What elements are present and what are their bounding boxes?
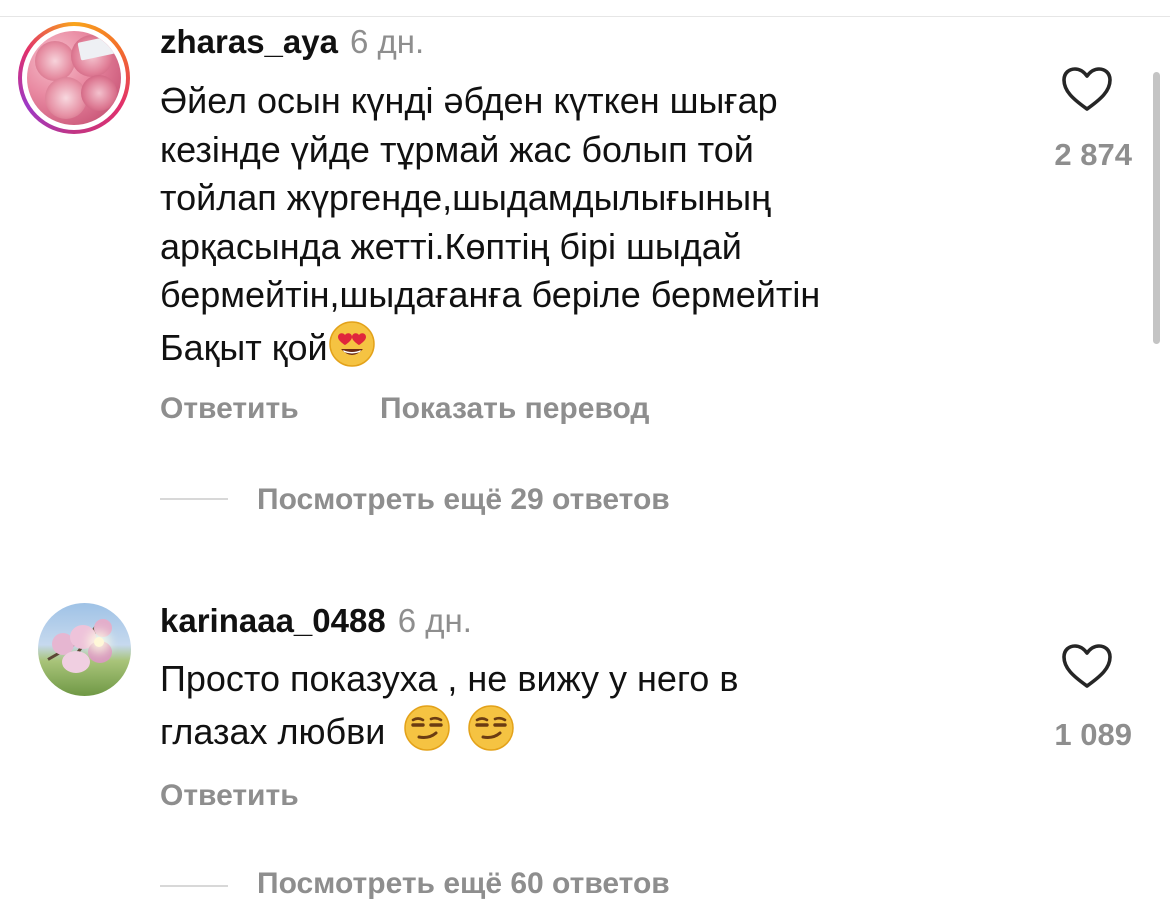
view-replies-button[interactable]: Посмотреть ещё 29 ответов bbox=[257, 482, 670, 518]
view-replies-button[interactable]: Посмотреть ещё 60 ответов bbox=[257, 866, 670, 902]
avatar[interactable] bbox=[38, 603, 131, 696]
avatar-story-ring[interactable] bbox=[18, 22, 130, 134]
reply-button[interactable]: Ответить bbox=[160, 391, 299, 427]
comment-line: глазах любви bbox=[160, 710, 386, 752]
comment-line: тойлап жүргенде,шыдамдылығының bbox=[160, 177, 772, 218]
comment-time: 6 дн. bbox=[397, 602, 472, 639]
username[interactable]: karinaaa_0488 bbox=[160, 602, 386, 639]
comment-line: арқасында жетті.Көптің бірі шыдай bbox=[160, 225, 742, 267]
heart-outline-icon[interactable] bbox=[1061, 643, 1113, 689]
heart-eyes-emoji bbox=[328, 320, 375, 367]
heart-outline-icon[interactable] bbox=[1061, 66, 1113, 112]
avatar bbox=[27, 31, 121, 125]
like-count: 2 874 bbox=[1054, 137, 1132, 172]
scrollbar[interactable] bbox=[1153, 72, 1160, 344]
comment-line: бермейтін,шыдағанға беріле бермейтін bbox=[160, 274, 821, 315]
comment-line: Әйел осын күнді әбден күткен шығар bbox=[160, 80, 778, 121]
like-count: 1 089 bbox=[1054, 717, 1132, 752]
smirking-face-emoji bbox=[404, 704, 451, 751]
smirking-face-emoji bbox=[468, 704, 515, 751]
comment-line: Просто показуха , не вижу у него в bbox=[160, 658, 739, 699]
comment-line: Бақыт қой bbox=[160, 326, 328, 368]
comment-line: кезінде үйде тұрмай жас болып той bbox=[160, 128, 754, 170]
comment-time: 6 дн. bbox=[349, 23, 425, 60]
comment-text: Просто показуха , не вижу у него в глаза… bbox=[160, 655, 1010, 756]
top-divider bbox=[0, 16, 1170, 17]
replies-divider bbox=[160, 498, 228, 500]
show-translation-button[interactable]: Показать перевод bbox=[380, 391, 649, 427]
username[interactable]: zharas_aya bbox=[160, 23, 338, 60]
comment-text: Әйел осын күнді әбден күткен шығар кезін… bbox=[160, 77, 1010, 372]
reply-button[interactable]: Ответить bbox=[160, 778, 299, 814]
